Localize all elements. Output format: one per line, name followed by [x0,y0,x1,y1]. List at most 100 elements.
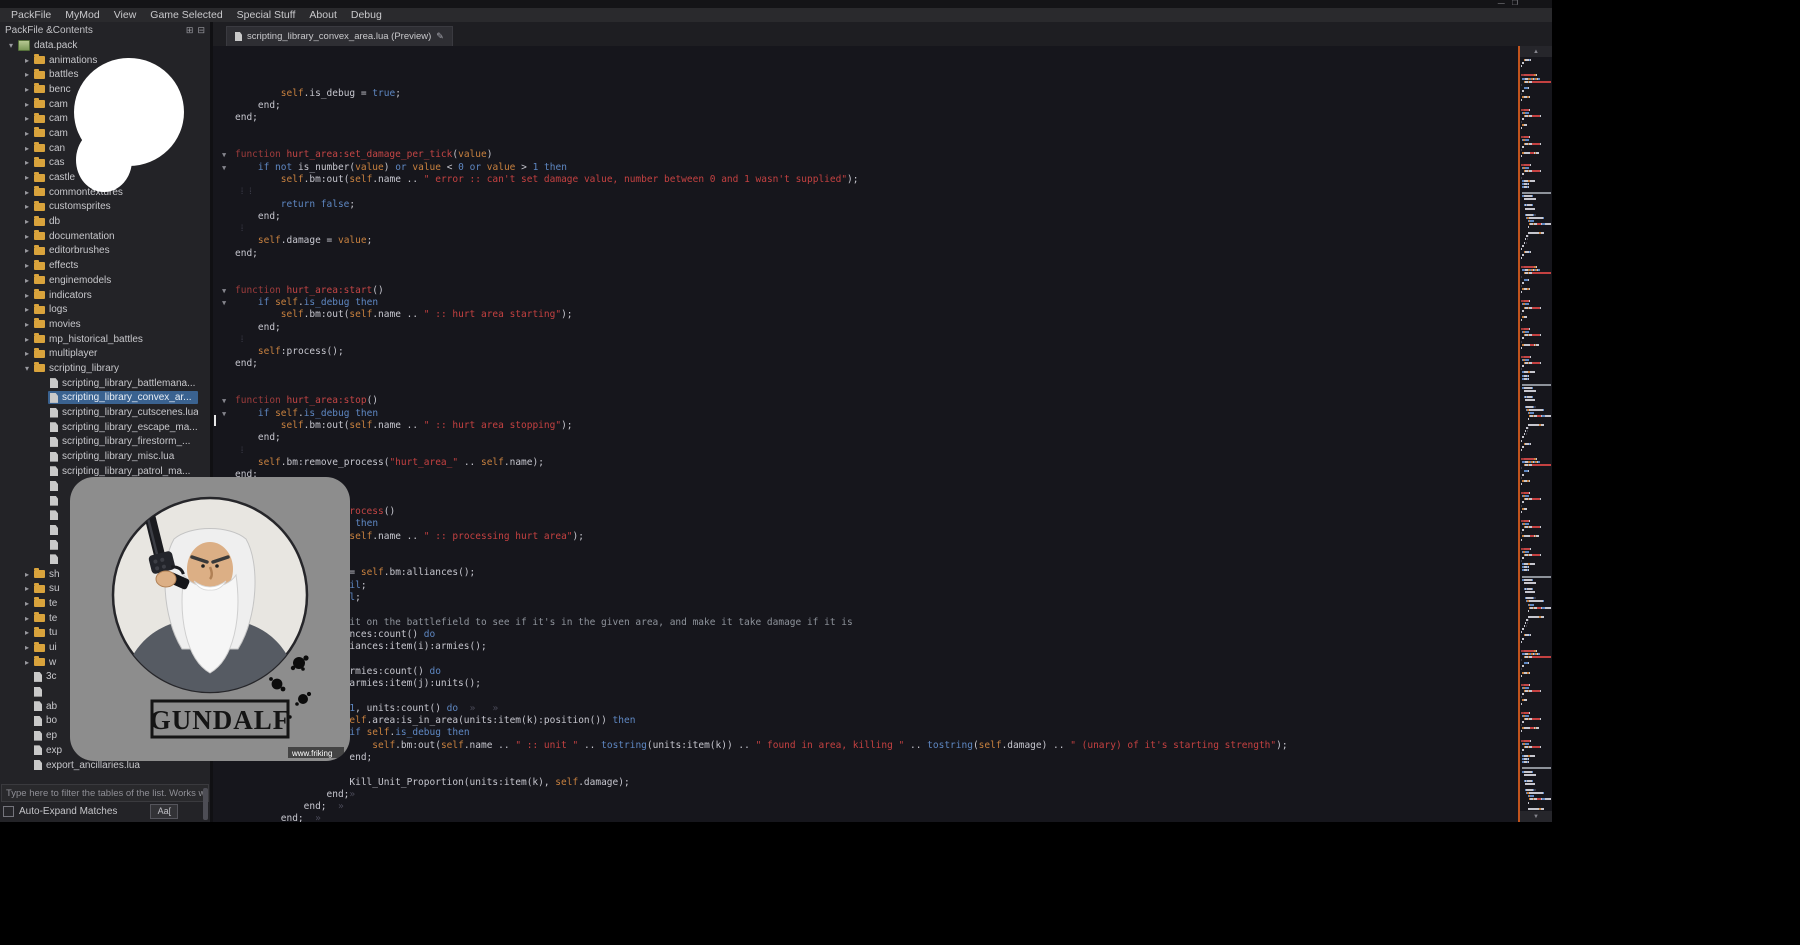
chevron-right-icon[interactable]: ▸ [22,158,32,167]
chevron-right-icon[interactable]: ▸ [22,276,32,285]
menu-mymod[interactable]: MyMod [58,8,106,22]
tree-item-inner[interactable]: scripting_library_patrol_ma... [48,465,198,478]
chevron-right-icon[interactable]: ▸ [22,599,32,608]
fold-marker-icon[interactable]: ▼ [222,150,226,160]
chevron-right-icon[interactable]: ▸ [22,114,32,123]
menu-game-selected[interactable]: Game Selected [143,8,229,22]
minimap-line [1521,579,1551,581]
tree-item-inner[interactable]: db [32,215,198,228]
chevron-right-icon[interactable]: ▸ [22,188,32,197]
tree-item-inner[interactable]: indicators [32,289,198,302]
tree-item-effects[interactable]: ▸effects [0,258,210,273]
chevron-right-icon[interactable]: ▸ [22,56,32,65]
tree-item-logs[interactable]: ▸logs [0,302,210,317]
minimap-body[interactable] [1520,57,1552,811]
tree-item-inner[interactable]: movies [32,318,198,331]
chevron-down-icon[interactable]: ▾ [22,364,32,373]
tree-item-enginemodels[interactable]: ▸enginemodels [0,273,210,288]
tree-item-inner[interactable]: scripting_library_misc.lua [48,450,198,463]
chevron-right-icon[interactable]: ▸ [22,261,32,270]
tree-item-inner[interactable]: enginemodels [32,274,198,287]
tree-item-scripting-library-convex-ar[interactable]: scripting_library_convex_ar... [0,391,210,406]
fold-marker-icon[interactable]: ▼ [222,298,226,308]
tree-item-mp-historical-battles[interactable]: ▸mp_historical_battles [0,332,210,347]
tree-item-documentation[interactable]: ▸documentation [0,229,210,244]
tree-item-editorbrushes[interactable]: ▸editorbrushes [0,244,210,259]
minimize-button[interactable]: — [1498,0,1505,8]
chevron-right-icon[interactable]: ▸ [22,349,32,358]
chevron-right-icon[interactable]: ▸ [22,643,32,652]
tree-item-inner[interactable]: scripting_library_convex_ar... [48,391,198,404]
chevron-right-icon[interactable]: ▸ [22,335,32,344]
fold-marker-icon[interactable]: ▼ [222,396,226,406]
minimap-line [1521,337,1551,339]
tree-item-scripting-library-battlemana[interactable]: scripting_library_battlemana... [0,376,210,391]
tree-item-customsprites[interactable]: ▸customsprites [0,200,210,215]
chevron-right-icon[interactable]: ▸ [22,584,32,593]
tree-item-scripting-library[interactable]: ▾scripting_library [0,361,210,376]
chevron-right-icon[interactable]: ▸ [22,291,32,300]
minimap[interactable]: ▲ ▼ [1518,46,1552,822]
tree-item-inner[interactable]: logs [32,303,198,316]
fold-marker-icon[interactable]: ▼ [222,286,226,296]
tree-item-inner[interactable]: scripting_library_battlemana... [48,377,198,390]
chevron-right-icon[interactable]: ▸ [22,217,32,226]
tree-item-inner[interactable]: scripting_library_firestorm_... [48,435,198,448]
filter-input[interactable] [1,784,209,802]
chevron-right-icon[interactable]: ▸ [22,305,32,314]
menu-view[interactable]: View [107,8,144,22]
chevron-right-icon[interactable]: ▸ [22,232,32,241]
tree-scrollbar-thumb[interactable] [203,788,208,820]
tree-item-movies[interactable]: ▸movies [0,317,210,332]
auto-expand-checkbox[interactable] [3,806,14,817]
case-sensitive-button[interactable]: Aa[ [150,804,178,819]
folder-icon [34,291,45,299]
menu-packfile[interactable]: PackFile [4,8,58,22]
tree-item-db[interactable]: ▸db [0,214,210,229]
expand-all-button[interactable]: ⊞ [186,25,194,36]
chevron-right-icon[interactable]: ▸ [22,144,32,153]
tree-item-scripting-library-firestorm[interactable]: scripting_library_firestorm_... [0,435,210,450]
tree-item-scripting-library-escape-ma[interactable]: scripting_library_escape_ma... [0,420,210,435]
tree-item-inner[interactable]: scripting_library_escape_ma... [48,421,198,434]
tree-item-inner[interactable]: editorbrushes [32,244,198,257]
minimap-line [1521,430,1551,432]
tree-item-scripting-library-misc-lua[interactable]: scripting_library_misc.lua [0,449,210,464]
chevron-right-icon[interactable]: ▸ [22,100,32,109]
menu-about[interactable]: About [302,8,343,22]
tree-item-inner[interactable]: mp_historical_battles [32,333,198,346]
scroll-down-button[interactable]: ▼ [1520,811,1552,822]
chevron-right-icon[interactable]: ▸ [22,173,32,182]
chevron-right-icon[interactable]: ▸ [22,85,32,94]
tree-item-inner[interactable]: multiplayer [32,347,198,360]
menu-special-stuff[interactable]: Special Stuff [230,8,303,22]
chevron-right-icon[interactable]: ▸ [22,614,32,623]
tree-item-inner[interactable]: scripting_library [32,362,198,375]
chevron-right-icon[interactable]: ▸ [22,246,32,255]
fold-marker-icon[interactable]: ▼ [222,163,226,173]
chevron-right-icon[interactable]: ▸ [22,70,32,79]
tree-item-inner[interactable]: customsprites [32,200,198,213]
tab-scripting-library-convex-area[interactable]: scripting_library_convex_area.lua (Previ… [226,26,453,46]
chevron-right-icon[interactable]: ▸ [22,658,32,667]
chevron-right-icon[interactable]: ▸ [22,570,32,579]
tree-item-label: te [49,598,57,609]
tree-item-scripting-library-cutscenes-lua[interactable]: scripting_library_cutscenes.lua [0,405,210,420]
tree-item-inner[interactable]: scripting_library_cutscenes.lua [48,406,198,419]
tree-item-inner[interactable]: effects [32,259,198,272]
fold-marker-icon[interactable]: ▼ [222,409,226,419]
restore-button[interactable]: ❐ [1512,0,1518,8]
scroll-up-button[interactable]: ▲ [1520,46,1552,57]
tree-item-indicators[interactable]: ▸indicators [0,288,210,303]
tree-item-multiplayer[interactable]: ▸multiplayer [0,346,210,361]
tree-item-inner[interactable]: documentation [32,230,198,243]
menu-debug[interactable]: Debug [344,8,389,22]
chevron-right-icon[interactable]: ▸ [22,628,32,637]
tree-item-inner[interactable]: data.pack [16,39,198,52]
code-area[interactable]: self.is_debug = true; end;end;▼function … [213,46,1518,822]
chevron-right-icon[interactable]: ▸ [22,202,32,211]
chevron-right-icon[interactable]: ▸ [22,320,32,329]
chevron-right-icon[interactable]: ▸ [22,129,32,138]
tree-item-data-pack[interactable]: ▾data.pack [0,38,210,53]
chevron-down-icon[interactable]: ▾ [6,41,16,50]
